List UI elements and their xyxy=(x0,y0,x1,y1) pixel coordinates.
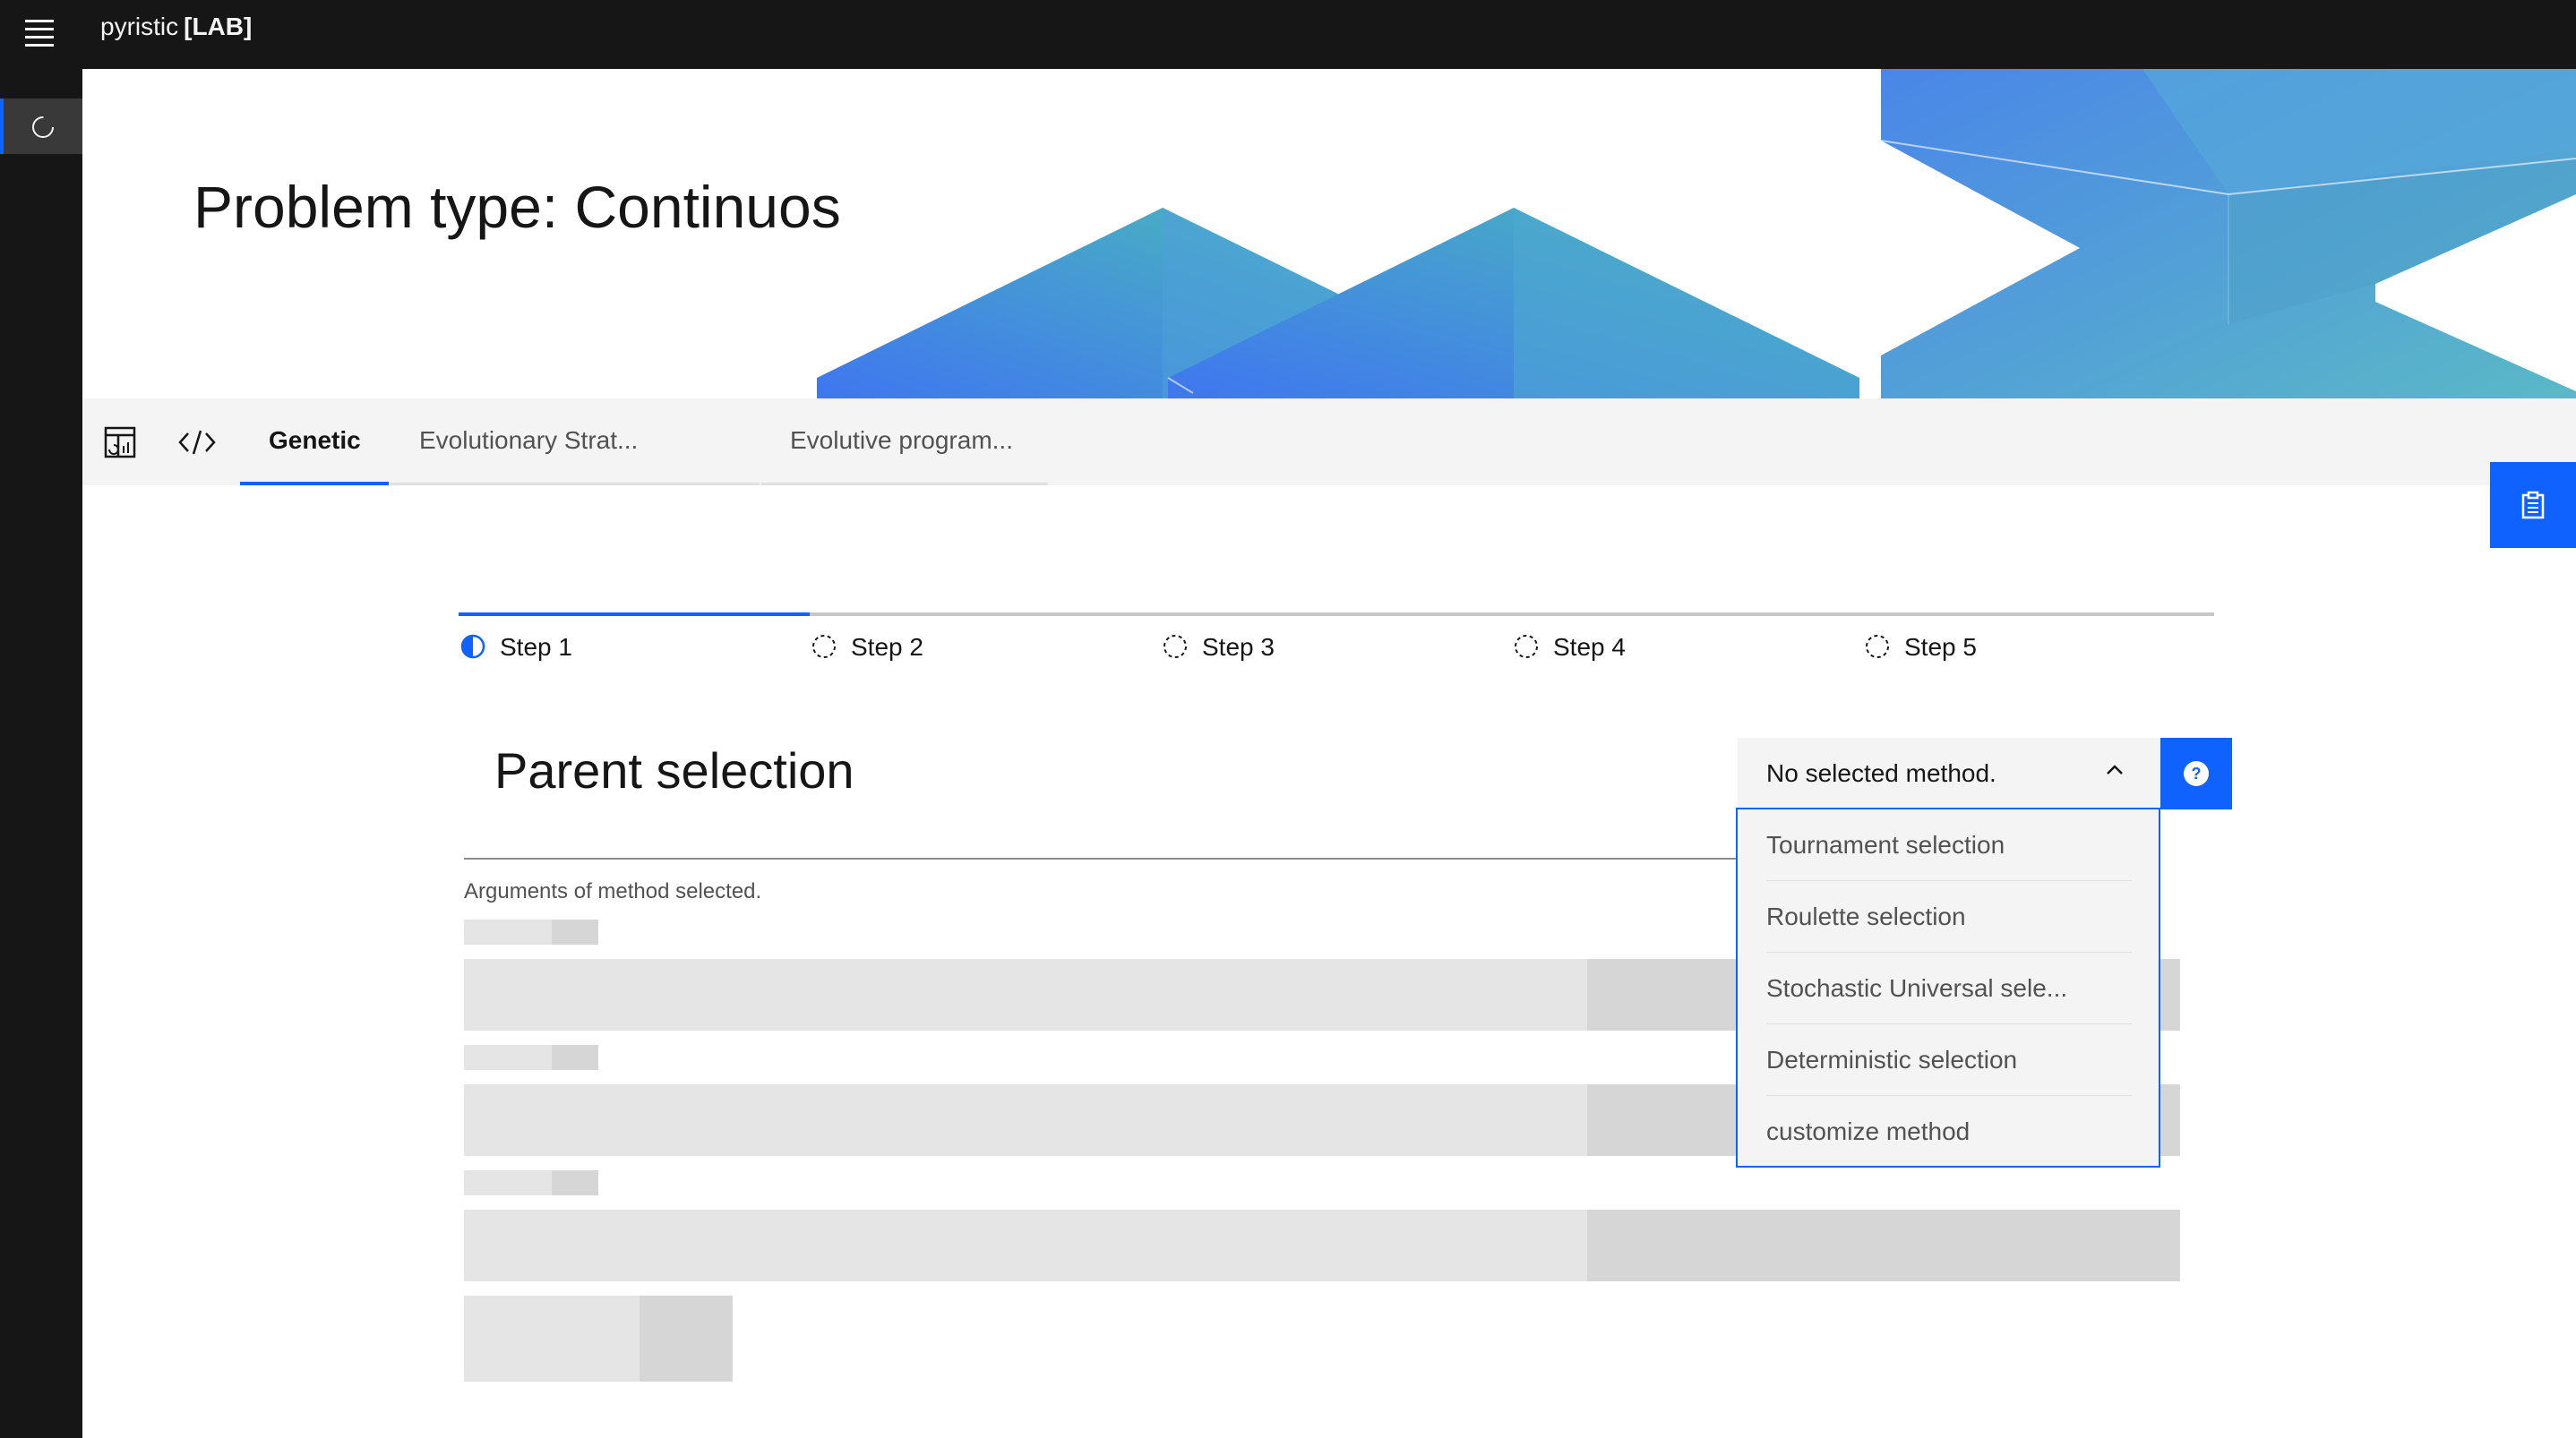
skeleton-label xyxy=(464,920,598,945)
page-title: Problem type: Continuos xyxy=(193,174,841,240)
dropdown-value: No selected method. xyxy=(1766,759,1996,787)
tab-code[interactable] xyxy=(159,398,235,485)
skeleton-button xyxy=(464,1296,733,1382)
dropdown-option-deterministic[interactable]: Deterministic selection xyxy=(1766,1024,2132,1096)
step-incomplete-icon xyxy=(1866,635,1889,658)
help-icon: ? xyxy=(2184,761,2209,786)
step-progress-bar xyxy=(1863,612,2214,616)
step-incomplete-icon xyxy=(1163,635,1187,658)
step-progress-bar xyxy=(1512,612,1863,616)
tabs-bar: Genetic Evolutionary Strat... Evolutive … xyxy=(82,398,2576,485)
progress-indicator: Step 1 Step 2 Step 3 Step 4 Step 5 xyxy=(459,612,2214,675)
step-2[interactable]: Step 2 xyxy=(810,612,1161,675)
tab-evolutionary-strategies[interactable]: Evolutionary Strat... xyxy=(391,398,760,485)
chevron-up-icon xyxy=(2107,765,2123,775)
step-1[interactable]: Step 1 xyxy=(459,612,810,675)
tab-genetic[interactable]: Genetic xyxy=(240,398,389,485)
side-rail xyxy=(0,69,82,1438)
skeleton-input xyxy=(464,1210,2180,1281)
tab-dashboard[interactable] xyxy=(82,398,158,485)
section-title: Parent selection xyxy=(494,742,854,799)
step-progress-bar xyxy=(810,612,1161,616)
step-incomplete-icon xyxy=(812,635,836,658)
step-incomplete-icon xyxy=(1515,635,1538,658)
method-dropdown[interactable]: No selected method. xyxy=(1738,738,2160,809)
dropdown-menu: Tournament selection Roulette selection … xyxy=(1736,808,2160,1168)
clipboard-button[interactable] xyxy=(2490,462,2576,548)
section-divider xyxy=(464,858,1747,860)
step-progress-bar xyxy=(459,612,810,616)
dropdown-option-tournament[interactable]: Tournament selection xyxy=(1766,809,2132,881)
step-label: Step 4 xyxy=(1553,633,1626,661)
brand-name: pyristic xyxy=(100,13,179,40)
step-current-icon xyxy=(460,634,485,659)
hamburger-menu-icon[interactable] xyxy=(23,16,57,52)
step-5[interactable]: Step 5 xyxy=(1863,612,2214,675)
brand-suffix: [LAB] xyxy=(184,13,253,40)
skeleton-label xyxy=(464,1045,598,1070)
hero-banner: Problem type: Continuos xyxy=(82,69,2576,398)
svg-text:?: ? xyxy=(2192,765,2202,783)
step-3[interactable]: Step 3 xyxy=(1161,612,1512,675)
skeleton-label xyxy=(464,1170,598,1195)
top-header: pyristic [LAB] xyxy=(0,0,2576,69)
clipboard-icon xyxy=(2521,491,2545,519)
step-label: Step 2 xyxy=(851,633,923,661)
dashboard-report-icon xyxy=(104,426,136,458)
loading-circle-icon xyxy=(32,116,54,138)
code-icon xyxy=(178,430,216,454)
dropdown-option-stochastic-universal[interactable]: Stochastic Universal sele... xyxy=(1766,953,2132,1024)
step-label: Step 3 xyxy=(1202,633,1275,661)
dropdown-option-customize[interactable]: customize method xyxy=(1766,1096,2132,1168)
tab-evolutive-programming[interactable]: Evolutive program... xyxy=(761,398,1048,485)
step-label: Step 1 xyxy=(500,633,572,661)
step-label: Step 5 xyxy=(1904,633,1977,661)
step-4[interactable]: Step 4 xyxy=(1512,612,1863,675)
arguments-label: Arguments of method selected. xyxy=(464,879,762,903)
dropdown-option-roulette[interactable]: Roulette selection xyxy=(1766,881,2132,953)
help-button[interactable]: ? xyxy=(2160,738,2232,809)
side-rail-item-active[interactable] xyxy=(0,98,82,154)
step-progress-bar xyxy=(1161,612,1512,616)
app-brand[interactable]: pyristic [LAB] xyxy=(100,12,252,42)
